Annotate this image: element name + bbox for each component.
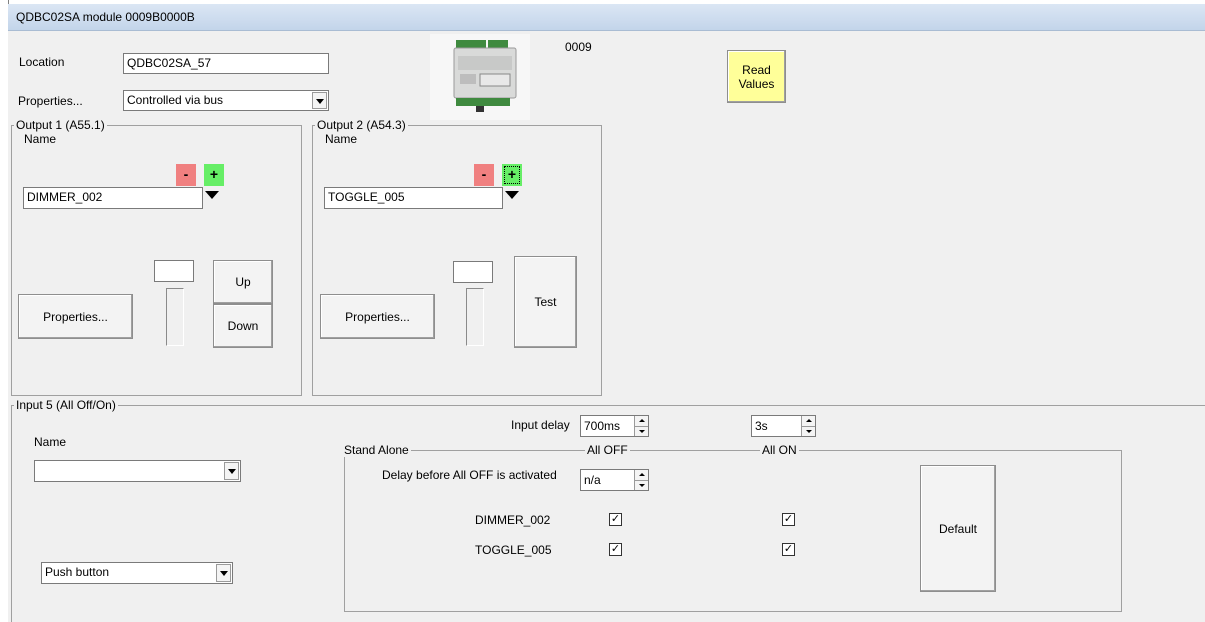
properties-select-value: Controlled via bus: [127, 93, 224, 107]
output1-down-button[interactable]: Down: [213, 304, 273, 348]
second-delay-value: 3s: [755, 419, 768, 433]
output2-properties-button[interactable]: Properties...: [320, 294, 435, 339]
second-delay-spinner[interactable]: 3s: [751, 415, 816, 437]
output2-group-label: Output 2 (A54.3): [315, 118, 408, 132]
all-off-checkbox[interactable]: ✓: [609, 513, 622, 526]
read-values-label: Read Values: [738, 62, 775, 91]
output2-test-button[interactable]: Test: [514, 256, 577, 348]
all-on-checkbox[interactable]: ✓: [782, 543, 795, 556]
module-image: [430, 34, 530, 120]
input5-group-label: Input 5 (All Off/On): [14, 398, 118, 412]
chevron-down-icon[interactable]: [216, 564, 231, 582]
output1-group-label: Output 1 (A55.1): [14, 118, 107, 132]
output2-name-label: Name: [325, 132, 358, 146]
properties-select[interactable]: Controlled via bus: [123, 90, 329, 111]
chevron-down-icon[interactable]: [312, 92, 327, 109]
input-delay-value: 700ms: [584, 419, 621, 433]
properties-label: Properties...: [18, 94, 83, 108]
all-on-checkbox[interactable]: ✓: [782, 513, 795, 526]
delay-spinner[interactable]: n/a: [580, 469, 649, 491]
output2-name-input[interactable]: TOGGLE_005: [324, 187, 503, 209]
row-name: TOGGLE_005: [475, 543, 552, 557]
output2-dropdown-chevron-down-icon[interactable]: [505, 191, 519, 199]
delay-value: n/a: [584, 473, 601, 487]
output1-dropdown-chevron-down-icon[interactable]: [205, 191, 219, 199]
spinner-arrows-icon[interactable]: [634, 416, 648, 436]
client-area: Location QDBC02SA_57 Properties... Contr…: [8, 31, 1205, 622]
chevron-down-icon[interactable]: [224, 462, 239, 480]
read-values-button[interactable]: Read Values: [727, 50, 786, 103]
location-label: Location: [19, 55, 65, 69]
output1-name-input[interactable]: DIMMER_002: [23, 187, 203, 209]
output1-level-input[interactable]: [154, 260, 194, 282]
standalone-label: Stand Alone: [342, 443, 411, 457]
output2-remove-button[interactable]: -: [474, 164, 494, 186]
output2-add-button[interactable]: +: [502, 164, 522, 186]
delay-label: Delay before All OFF is activated: [382, 468, 557, 482]
all-off-checkbox[interactable]: ✓: [609, 543, 622, 556]
output1-up-button[interactable]: Up: [213, 260, 273, 304]
location-input[interactable]: QDBC02SA_57: [123, 53, 329, 74]
row-name: DIMMER_002: [475, 513, 551, 527]
all-off-header: All OFF: [585, 443, 630, 457]
output2-level-slider[interactable]: [466, 288, 484, 346]
input5-name-select[interactable]: [34, 460, 241, 482]
input5-type-select[interactable]: Push button: [41, 562, 233, 584]
output1-level-slider[interactable]: [166, 288, 184, 346]
input5-name-label: Name: [34, 435, 67, 449]
module-code: 0009: [565, 40, 592, 54]
default-button[interactable]: Default: [920, 465, 996, 592]
spinner-arrows-icon[interactable]: [801, 416, 815, 436]
all-on-header: All ON: [760, 443, 799, 457]
output1-properties-button[interactable]: Properties...: [18, 294, 133, 339]
output1-add-button[interactable]: +: [204, 164, 224, 186]
input-delay-spinner[interactable]: 700ms: [580, 415, 649, 437]
output1-remove-button[interactable]: -: [176, 164, 196, 186]
output2-level-input[interactable]: [453, 261, 493, 283]
output1-name-label: Name: [24, 132, 57, 146]
input5-type-value: Push button: [45, 565, 110, 579]
window-title: QDBC02SA module 0009B0000B: [16, 10, 195, 24]
spinner-arrows-icon[interactable]: [634, 470, 648, 490]
input-delay-label: Input delay: [511, 418, 570, 432]
title-bar: QDBC02SA module 0009B0000B: [8, 4, 1205, 31]
